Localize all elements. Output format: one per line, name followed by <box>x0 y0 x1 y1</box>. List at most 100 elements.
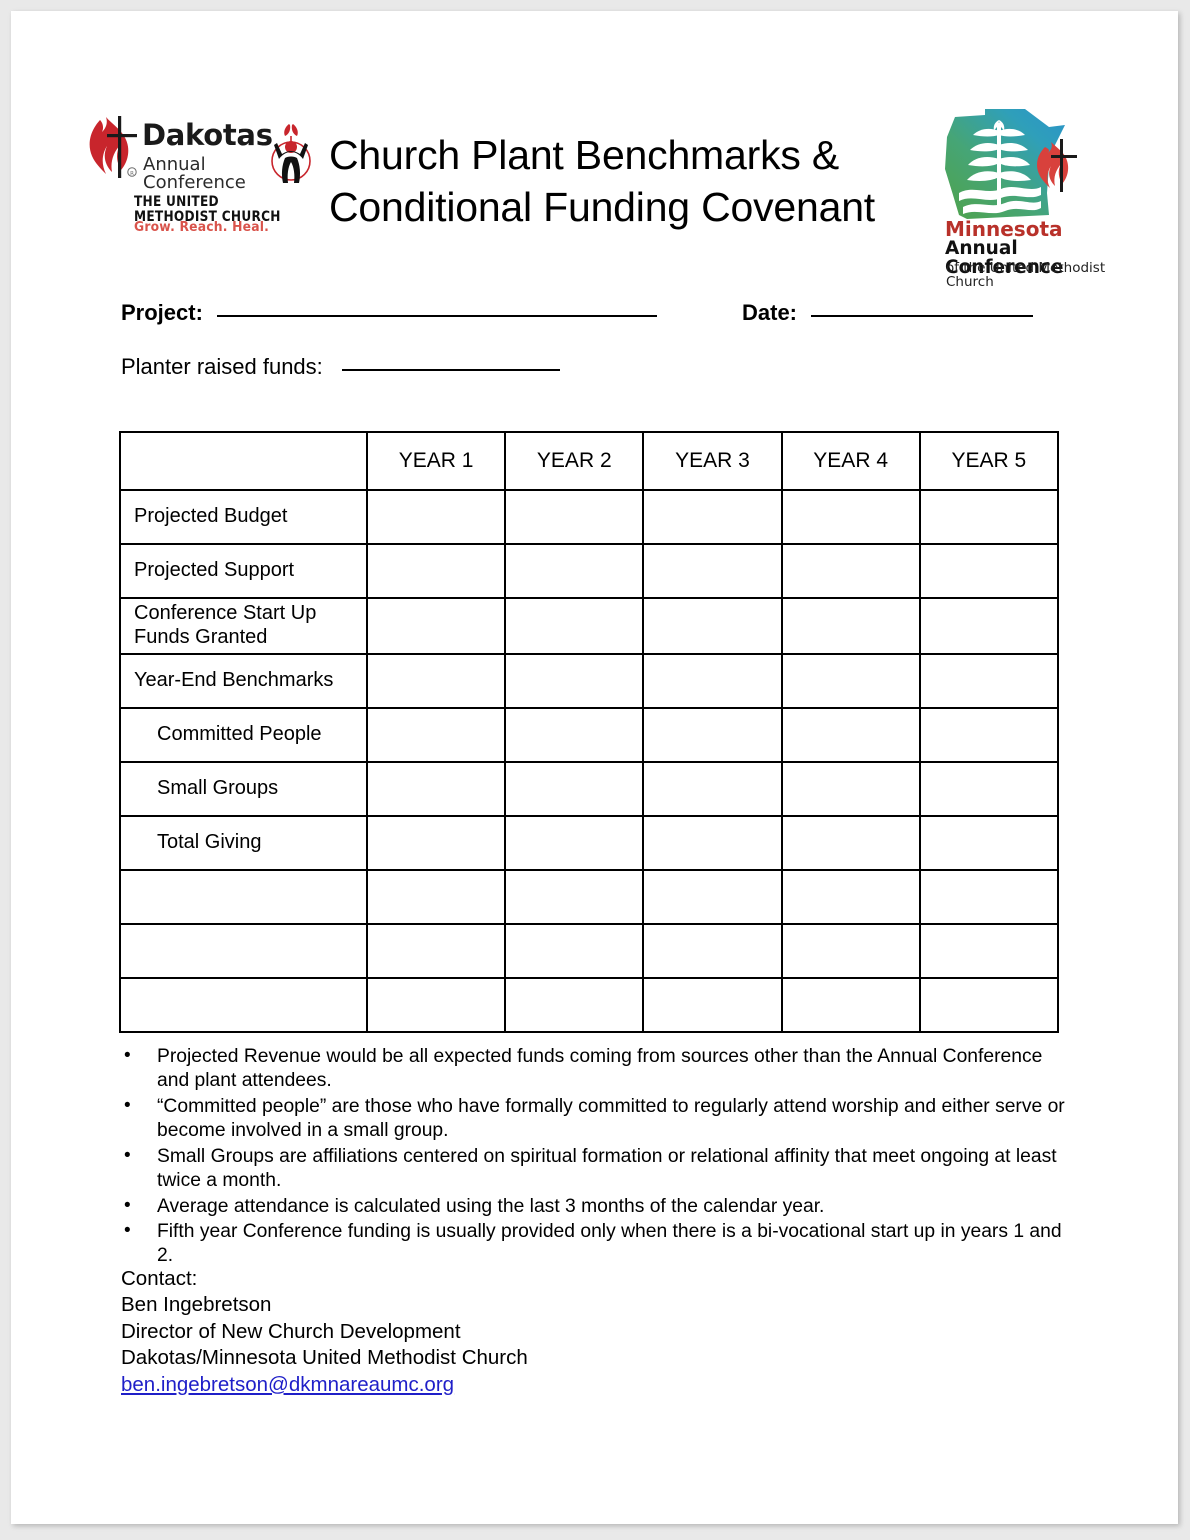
table-cell[interactable] <box>365 489 507 545</box>
table-cell[interactable] <box>504 543 645 599</box>
table-cell[interactable] <box>918 597 1059 655</box>
person-with-leaves-icon <box>271 124 311 183</box>
table-cell[interactable] <box>780 543 921 599</box>
table-row: Projected Support <box>119 543 1059 599</box>
table-cell[interactable] <box>365 653 507 709</box>
planter-funds-label: Planter raised funds: <box>121 354 323 379</box>
table-cell[interactable] <box>642 707 783 763</box>
note-bullet-text: Fifth year Conference funding is usually… <box>157 1221 1062 1267</box>
table-row: Small Groups <box>119 761 1059 817</box>
column-header-year-5: YEAR 5 <box>918 431 1059 491</box>
contact-name: Ben Ingebretson <box>121 1293 272 1317</box>
note-bullet-text: Average attendance is calculated using t… <box>157 1195 825 1217</box>
table-row <box>119 869 1059 925</box>
table-row: Year-End Benchmarks <box>119 653 1059 709</box>
table-cell[interactable] <box>365 977 507 1033</box>
table-cell[interactable] <box>365 923 507 979</box>
table-cell[interactable] <box>918 653 1059 709</box>
table-cell[interactable] <box>918 707 1059 763</box>
table-cell[interactable] <box>780 597 921 655</box>
table-cell[interactable] <box>642 815 783 871</box>
table-cell[interactable] <box>365 543 507 599</box>
document-page: R Dakotas Annual Conference THE UNITED M… <box>11 11 1178 1524</box>
minnesota-logo-denomination: of the United Methodist Church <box>946 260 1106 290</box>
table-cell[interactable] <box>780 761 921 817</box>
benchmarks-table: YEAR 1 YEAR 2 YEAR 3 YEAR 4 YEAR 5 Proje… <box>119 431 1059 1033</box>
contact-email-link[interactable]: ben.ingebretson@dkmnareaumc.org <box>121 1372 528 1398</box>
table-cell[interactable] <box>365 707 507 763</box>
table-cell[interactable] <box>780 977 921 1033</box>
table-cell[interactable] <box>504 653 645 709</box>
table-cell[interactable] <box>780 653 921 709</box>
table-row: Committed People <box>119 707 1059 763</box>
row-label: Conference Start Up Funds Granted <box>119 597 368 655</box>
table-cell[interactable] <box>365 869 507 925</box>
table-cell[interactable] <box>918 815 1059 871</box>
table-cell[interactable] <box>642 653 783 709</box>
table-cell[interactable] <box>780 923 921 979</box>
table-cell[interactable] <box>642 489 783 545</box>
table-row: Conference Start Up Funds Granted <box>119 597 1059 655</box>
table-corner-header <box>119 431 368 491</box>
note-bullet-item: • “Committed people” are those who have f… <box>115 1095 1075 1143</box>
table-cell[interactable] <box>642 761 783 817</box>
project-input[interactable] <box>217 315 658 317</box>
table-row: Total Giving <box>119 815 1059 871</box>
minnesota-logo-wordmark: Minnesota <box>945 217 1063 241</box>
table-cell[interactable] <box>504 761 645 817</box>
table-cell[interactable] <box>642 977 783 1033</box>
table-cell[interactable] <box>642 869 783 925</box>
table-cell[interactable] <box>504 923 645 979</box>
row-label: Committed People <box>119 707 368 763</box>
dakotas-logo-wordmark: Dakotas <box>142 118 273 152</box>
date-input[interactable] <box>811 315 1034 317</box>
table-cell[interactable] <box>780 869 921 925</box>
table-cell[interactable] <box>918 923 1059 979</box>
table-cell[interactable] <box>918 543 1059 599</box>
table-row: Projected Budget <box>119 489 1059 545</box>
table-cell[interactable] <box>642 923 783 979</box>
table-cell[interactable] <box>918 869 1059 925</box>
benchmarks-table-body: Projected Budget Projected Support Confere… <box>119 489 1059 1033</box>
table-cell[interactable] <box>365 815 507 871</box>
contact-organization: Dakotas/Minnesota United Methodist Churc… <box>121 1346 528 1370</box>
column-header-year-3: YEAR 3 <box>642 431 783 491</box>
document-header: R Dakotas Annual Conference THE UNITED M… <box>11 11 1178 288</box>
table-cell[interactable] <box>642 597 783 655</box>
table-cell[interactable] <box>504 707 645 763</box>
table-cell[interactable] <box>780 707 921 763</box>
notes-bullet-list: • Projected Revenue would be all expected… <box>115 1045 1075 1270</box>
table-cell[interactable] <box>365 761 507 817</box>
note-bullet-item: • Average attendance is calculated using … <box>115 1195 1075 1219</box>
bullet-dot-icon: • <box>124 1045 131 1066</box>
table-header-row: YEAR 1 YEAR 2 YEAR 3 YEAR 4 YEAR 5 <box>119 431 1059 491</box>
table-cell[interactable] <box>780 815 921 871</box>
table-cell[interactable] <box>918 977 1059 1033</box>
minnesota-annual-conference-logo: Minnesota Annual Conference of the Unite… <box>937 107 1117 288</box>
table-cell[interactable] <box>504 597 645 655</box>
row-label: Small Groups <box>119 761 368 817</box>
minnesota-state-shape-icon <box>945 109 1077 219</box>
bullet-dot-icon: • <box>124 1144 131 1166</box>
table-cell[interactable] <box>918 761 1059 817</box>
table-cell[interactable] <box>780 489 921 545</box>
contact-block: Contact: Ben Ingebretson Director of New… <box>121 1266 528 1398</box>
table-cell[interactable] <box>504 977 645 1033</box>
table-cell[interactable] <box>365 597 507 655</box>
planter-funds-input[interactable] <box>341 369 560 371</box>
dakotas-annual-conference-logo: R Dakotas Annual Conference THE UNITED M… <box>84 111 314 246</box>
project-field-row: Project: <box>121 300 658 326</box>
table-cell[interactable] <box>918 489 1059 545</box>
row-label: Year-End Benchmarks <box>119 653 368 709</box>
row-label: Total Giving <box>119 815 368 871</box>
dakotas-logo-tagline: Grow. Reach. Heal. <box>134 220 270 235</box>
row-label <box>119 977 368 1033</box>
table-cell[interactable] <box>642 543 783 599</box>
row-label: Projected Support <box>119 543 368 599</box>
table-cell[interactable] <box>504 489 645 545</box>
table-cell[interactable] <box>504 815 645 871</box>
table-cell[interactable] <box>504 869 645 925</box>
page-title-line-2: Conditional Funding Covenant <box>329 184 875 231</box>
planter-funds-field-row: Planter raised funds: <box>121 354 560 380</box>
column-header-year-1: YEAR 1 <box>365 431 507 491</box>
